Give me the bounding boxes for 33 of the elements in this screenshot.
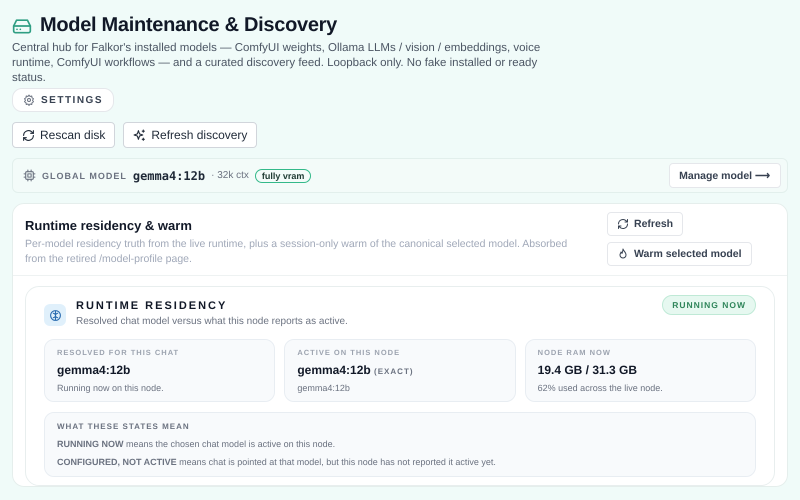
section-title: RUNTIME RESIDENCY [76, 299, 228, 312]
sparkle-icon [133, 128, 146, 142]
stat-value: 19.4 GB / 31.3 GB [538, 363, 638, 377]
settings-button[interactable]: SETTINGS [12, 88, 114, 112]
model-name: gemma4:12b [132, 168, 206, 182]
stat-value: gemma4:12b [297, 363, 371, 377]
chip-icon [23, 169, 36, 182]
status-badge: RUNNING NOW [662, 295, 756, 315]
legend-title: WHAT THESE STATES MEAN [57, 422, 191, 431]
manage-model-button[interactable]: Manage model ⟶ [669, 163, 781, 188]
refresh-icon [617, 218, 629, 230]
stat-value: gemma4:12b [57, 363, 130, 377]
card-description: Per-model residency truth from the live runtime, plus a session-only warm of the canonical selected model. Absorbed from the retired /model-profile page. [25, 237, 568, 267]
refresh-icon [22, 128, 35, 142]
flame-icon [617, 248, 629, 260]
rescan-button[interactable]: Rescan disk [12, 122, 116, 148]
legend-text: CONFIGURED, NOT ACTIVE means chat is pointed at that model, but this node has not reported it active yet. [57, 457, 497, 467]
global-model-label: GLOBAL MODEL [42, 170, 127, 180]
stat-note: gemma4:12b [297, 383, 351, 393]
vram-badge: fully vram [254, 168, 312, 182]
context-size: · 32k ctx [211, 170, 249, 181]
refresh-button[interactable]: Refresh [607, 212, 684, 236]
page-title: Model Maintenance & Discovery [40, 14, 337, 37]
page-description: Central hub for Falkor's installed models — ComfyUI weights, Ollama LLMs / vision / embeddings, voice runtime, ComfyUI workflows — and a curated discovery feed. Loopback only. No fake installed or ready status. [12, 41, 542, 86]
settings-icon [23, 94, 35, 106]
warm-model-button[interactable]: Warm selected model [607, 242, 752, 266]
match-tag: (EXACT) [374, 367, 414, 376]
refresh-discovery-button[interactable]: Refresh discovery [123, 122, 258, 148]
legend-text: RUNNING NOW means the chosen chat model is active on this node. [57, 439, 336, 449]
card-title: Runtime residency & warm [25, 218, 193, 233]
stat-note: Running now on this node. [57, 383, 165, 393]
section-subtitle: Resolved chat model versus what this node reports as active. [76, 316, 349, 327]
stat-note: 62% used across the live node. [538, 383, 664, 393]
